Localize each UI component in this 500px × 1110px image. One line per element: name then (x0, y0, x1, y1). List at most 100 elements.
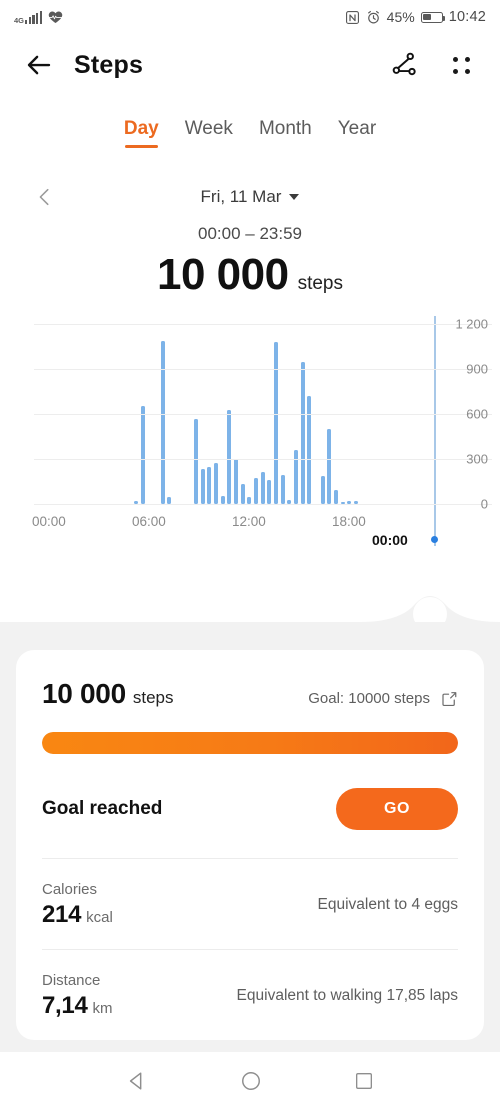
nav-home-circle-icon[interactable] (240, 1070, 262, 1092)
more-menu-button[interactable] (446, 50, 476, 80)
share-button[interactable] (390, 50, 420, 80)
calories-stat-row: Calories 214 kcal Equivalent to 4 eggs (42, 859, 458, 949)
goal-status-row: Goal reached GO (42, 788, 458, 858)
edit-goal-button[interactable]: Goal: 10000 steps (308, 690, 458, 708)
status-bar: 4G 45% 10:42 (0, 0, 500, 34)
chart-bar (300, 361, 305, 504)
status-bar-right: 45% 10:42 (345, 9, 486, 25)
battery-icon (420, 11, 446, 23)
app-bar-actions (390, 50, 476, 80)
tab-week[interactable]: Week (185, 118, 233, 148)
distance-value: 7,14 (42, 992, 88, 1019)
tab-day[interactable]: Day (124, 118, 159, 148)
alarm-clock-icon (367, 10, 379, 23)
chart-bar (194, 418, 198, 504)
chevron-left-icon[interactable] (34, 186, 56, 208)
chart-bar (274, 342, 278, 504)
distance-stat-row: Distance 7,14 km Equivalent to walking 1… (42, 950, 458, 1040)
tab-month[interactable]: Month (259, 118, 312, 148)
goal-status-text: Goal reached (42, 798, 163, 819)
card-steps-unit: steps (132, 688, 174, 707)
chart-plot-area: 00:00 0 300 600 900 1 200 (34, 316, 492, 548)
distance-unit: km (92, 1000, 113, 1017)
chart-cursor-line[interactable] (434, 316, 436, 546)
chart-gridline (34, 414, 492, 415)
goal-progress-fill (42, 732, 458, 754)
chart-bars-region: 00:00 (34, 316, 492, 548)
app-bar: Steps (0, 34, 500, 96)
chart-bar (200, 468, 205, 504)
chart-bar (140, 405, 145, 504)
chart-bar (307, 396, 312, 504)
calories-label: Calories (42, 881, 98, 898)
chart-y-tick-label: 1 200 (455, 316, 488, 332)
date-navigation: Fri, 11 Mar (0, 182, 500, 212)
nav-back-triangle-icon[interactable] (126, 1070, 148, 1092)
time-range-label: 00:00 – 23:59 (198, 224, 302, 243)
distance-stat-left: Distance 7,14 km (42, 972, 113, 1020)
chart-bar (227, 410, 232, 504)
chart-y-tick-label: 0 (480, 496, 488, 512)
chart-bar (254, 477, 258, 504)
calories-equivalent: Equivalent to 4 eggs (317, 896, 458, 913)
card-steps-value: 10 000 (42, 678, 126, 709)
nfc-icon (345, 10, 359, 24)
go-button[interactable]: GO (336, 788, 458, 830)
chart-bar (160, 340, 165, 504)
calories-value-group: 214 kcal (42, 901, 113, 929)
total-steps-value: 10 000 (157, 250, 289, 299)
distance-label: Distance (42, 972, 101, 989)
android-nav-bar (0, 1052, 500, 1110)
chart-bar (207, 466, 212, 504)
steps-chart[interactable]: 00:00 0 300 600 900 1 200 00:00 06:00 12:00 18:… (0, 314, 500, 554)
grid-menu-icon (452, 56, 470, 74)
total-steps-unit: steps (297, 273, 343, 294)
chart-y-tick-label: 900 (466, 361, 488, 377)
chart-bar (280, 474, 285, 504)
chart-x-tick-label: 06:00 (132, 514, 166, 529)
calories-unit: kcal (86, 909, 113, 926)
chart-bar (320, 475, 325, 504)
date-picker-button[interactable]: Fri, 11 Mar (201, 187, 300, 207)
chart-x-tick-label: 00:00 (32, 514, 66, 529)
nav-recents-square-icon[interactable] (354, 1071, 374, 1091)
page-title: Steps (74, 50, 144, 79)
total-steps-display: 10 000 steps (0, 250, 500, 300)
current-date-label: Fri, 11 Mar (200, 187, 282, 206)
heart-icon (48, 11, 63, 23)
signal-bars-icon: 4G (14, 10, 43, 25)
chart-bar (220, 495, 225, 504)
calories-stat-left: Calories 214 kcal (42, 881, 113, 929)
chart-x-axis: 00:00 06:00 12:00 18:00 (32, 514, 492, 536)
chart-cursor-dot (431, 536, 439, 543)
distance-equivalent: Equivalent to walking 17,85 laps (236, 987, 458, 1004)
back-arrow-icon[interactable] (24, 50, 54, 80)
battery-percent-label: 45% (386, 9, 415, 25)
chart-x-tick-label: 12:00 (232, 514, 266, 529)
status-bar-left: 4G (14, 9, 64, 25)
chart-bar (240, 483, 245, 504)
chart-x-tick-label: 18:00 (332, 514, 366, 529)
network-type-label: 4G (14, 15, 25, 25)
chart-y-tick-label: 300 (466, 451, 488, 467)
summary-card: 10 000 steps Goal: 10000 steps Goal reac… (16, 650, 484, 1040)
chart-bar (234, 459, 238, 504)
share-icon (392, 52, 416, 76)
calories-value: 214 (42, 901, 82, 928)
chart-bar (214, 462, 218, 504)
chart-bar (167, 497, 172, 504)
caret-down-icon (289, 194, 300, 200)
chart-gridline (34, 459, 492, 460)
chart-bar (334, 489, 338, 504)
chart-y-tick-label: 600 (466, 406, 488, 422)
chart-gridline (34, 324, 492, 325)
goal-label: Goal: 10000 steps (308, 690, 430, 707)
tab-year[interactable]: Year (338, 118, 376, 148)
chart-bar (260, 471, 265, 504)
chart-gridline (34, 369, 492, 370)
chart-bar (267, 480, 272, 504)
distance-value-group: 7,14 km (42, 992, 113, 1020)
steps-goal-row: 10 000 steps Goal: 10000 steps (42, 650, 458, 710)
chart-bar (247, 497, 252, 504)
edit-square-icon (442, 691, 457, 706)
